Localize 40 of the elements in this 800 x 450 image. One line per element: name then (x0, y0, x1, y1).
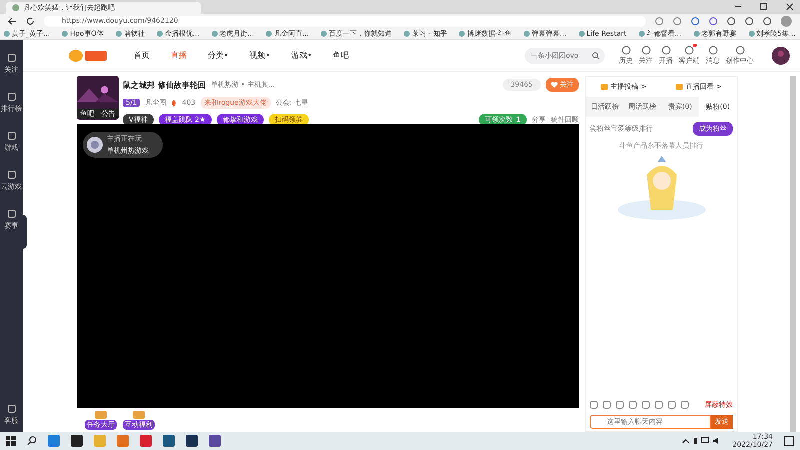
folder-icon (600, 84, 608, 90)
avatar (772, 46, 790, 64)
gift-icon (132, 410, 146, 419)
tool-icon (708, 46, 718, 54)
nav-link[interactable]: 游戏• (291, 50, 312, 61)
room-title: 鼠之城邦 修仙故事轮回 (123, 80, 206, 90)
game-icon (87, 137, 103, 153)
app-icon (163, 435, 175, 447)
tool-icon (622, 46, 630, 54)
flame-icon (171, 100, 178, 106)
tool-icon (685, 46, 694, 54)
page-icon (12, 4, 20, 12)
nav-link[interactable]: 视频• (250, 50, 270, 61)
app-icon (48, 435, 60, 447)
start-icon (6, 436, 16, 446)
folder-icon (676, 84, 684, 90)
nav-link[interactable]: 直播 (171, 50, 187, 61)
tool-icon (662, 46, 670, 54)
app-icon (117, 435, 129, 447)
nav-link[interactable]: 鱼吧 (333, 50, 350, 61)
search-icon (27, 436, 37, 446)
refresh-icon (26, 16, 35, 26)
app-icon (94, 435, 106, 447)
gift-icon (94, 410, 108, 419)
logo-icon (68, 48, 108, 64)
close-icon (786, 3, 794, 11)
nav-link[interactable]: 分类• (208, 50, 229, 61)
profile-icon (781, 16, 792, 26)
search-icon (592, 52, 600, 60)
app-icon (140, 435, 152, 447)
tool-icon (736, 46, 744, 54)
tool-icon (642, 46, 650, 54)
heart-icon (551, 82, 558, 88)
app-icon (71, 435, 83, 447)
maximize-icon (760, 3, 768, 11)
app-icon (186, 435, 198, 447)
notification-icon (784, 436, 794, 446)
nav-link[interactable]: 首页 (134, 50, 150, 61)
app-icon (209, 435, 221, 447)
back-icon (8, 16, 17, 26)
